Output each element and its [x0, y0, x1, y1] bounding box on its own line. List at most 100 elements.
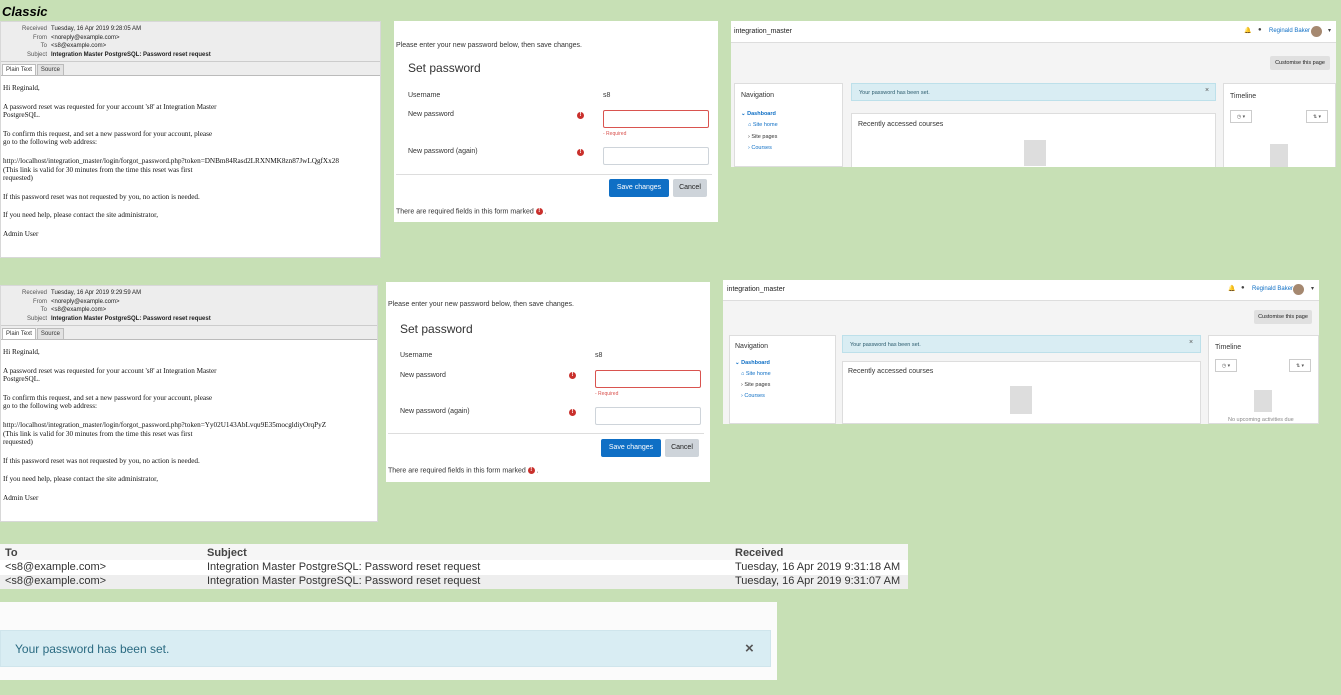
received-label: Received [21, 290, 47, 296]
chevron-down-icon[interactable]: ▾ [1311, 285, 1314, 292]
save-changes-button[interactable]: Save changes [609, 179, 669, 197]
timeline-filter-dropdown[interactable]: ◷ ▾ [1230, 110, 1252, 123]
nav-dashboard-label: Dashboard [741, 360, 770, 366]
nav-site-pages[interactable]: › Site pages [741, 382, 770, 388]
nav-dashboard[interactable]: ⌄ Dashboard [735, 360, 770, 366]
received-value: Tuesday, 16 Apr 2019 9:29:59 AM [51, 290, 142, 296]
nav-dashboard-label: Dashboard [747, 111, 776, 117]
email-reset-link[interactable]: http://localhost/integration_master/logi… [3, 157, 378, 183]
divider [396, 174, 712, 175]
user-name[interactable]: Reginald Baker [1269, 28, 1310, 34]
close-icon[interactable]: × [1205, 87, 1209, 94]
timeline-sort-dropdown[interactable]: ⇅ ▾ [1306, 110, 1328, 123]
column-header-received[interactable]: Received [735, 547, 783, 559]
cancel-button[interactable]: Cancel [673, 179, 707, 197]
email-paragraph: If you need help, please contact the sit… [3, 475, 158, 484]
from-value: <noreply@example.com> [51, 34, 120, 41]
navbar: integration_master 🔔 ● Reginald Baker ▾ [731, 21, 1336, 43]
username-value: s8 [595, 352, 603, 359]
new-password-input[interactable] [603, 110, 709, 128]
tab-source[interactable]: Source [36, 328, 64, 339]
required-error: - Required [603, 131, 627, 137]
column-header-subject[interactable]: Subject [207, 547, 247, 559]
new-password-again-input[interactable] [603, 147, 709, 165]
cell-received: Tuesday, 16 Apr 2019 9:31:07 AM [735, 575, 901, 587]
user-name[interactable]: Reginald Baker [1252, 286, 1293, 292]
recent-courses-block: Recently accessed courses [842, 361, 1201, 424]
tab-plain-text[interactable]: Plain Text [2, 64, 36, 75]
username-label: Username [400, 352, 433, 359]
email-signature: Admin User [3, 229, 39, 238]
nav-site-home-label: Site home [752, 122, 778, 128]
customise-page-button[interactable]: Customise this page [1270, 56, 1330, 70]
new-password-input[interactable] [595, 370, 701, 388]
required-icon: ! [569, 409, 576, 416]
timeline-sort-dropdown[interactable]: ⇅ ▾ [1289, 359, 1311, 372]
email-reset-link[interactable]: http://localhost/integration_master/logi… [3, 421, 375, 447]
close-icon[interactable]: × [1189, 339, 1193, 346]
timeline-filter-dropdown[interactable]: ◷ ▾ [1215, 359, 1237, 372]
site-name[interactable]: integration_master [727, 286, 785, 293]
close-icon[interactable]: × [745, 640, 754, 657]
email-paragraph: If you need help, please contact the sit… [3, 211, 158, 220]
subject-label: Subject [26, 51, 47, 58]
courses-placeholder-icon [1010, 386, 1032, 414]
nav-dashboard[interactable]: ⌄ Dashboard [741, 111, 776, 117]
cell-subject: Integration Master PostgreSQL: Password … [207, 561, 481, 573]
required-icon: ! [577, 149, 584, 156]
email-header: Received Tuesday, 16 Apr 2019 9:29:59 AM … [1, 286, 377, 326]
bell-icon[interactable]: 🔔 [1228, 285, 1235, 292]
email-paragraph: A password reset was requested for your … [3, 366, 217, 384]
nav-site-home[interactable]: ⌂ Site home [748, 122, 778, 128]
recent-courses-block: Recently accessed courses [851, 113, 1216, 167]
to-label: To [40, 307, 47, 313]
timeline-title: Timeline [1215, 344, 1242, 351]
nav-courses[interactable]: › Courses [741, 393, 765, 399]
site-name[interactable]: integration_master [734, 28, 792, 35]
nav-site-pages[interactable]: › Site pages [748, 134, 777, 140]
navigation-block: Navigation ⌄ Dashboard ⌂ Site home › Sit… [734, 83, 843, 167]
to-value: <s8@example.com> [51, 307, 107, 313]
nav-courses[interactable]: › Courses [748, 145, 772, 151]
username-label: Username [408, 92, 441, 99]
bell-icon[interactable]: 🔔 [1244, 27, 1251, 34]
email-tabs: Plain Text Source [1, 62, 380, 76]
nav-site-home[interactable]: ⌂ Site home [741, 371, 771, 377]
subject-value: Integration Master PostgreSQL: Password … [51, 51, 211, 58]
email-header: Received Tuesday, 16 Apr 2019 9:28:05 AM … [1, 22, 380, 62]
email-greeting: Hi Reginald, [3, 348, 40, 356]
cancel-button[interactable]: Cancel [665, 439, 699, 457]
required-icon: ! [527, 467, 535, 474]
required-icon: ! [569, 372, 576, 379]
to-label: To [40, 43, 47, 49]
table-row[interactable]: <s8@example.com> Integration Master Post… [0, 575, 908, 589]
navigation-block: Navigation ⌄ Dashboard ⌂ Site home › Sit… [729, 335, 836, 424]
to-value: <s8@example.com> [51, 43, 107, 49]
avatar[interactable] [1311, 26, 1322, 37]
avatar[interactable] [1293, 284, 1304, 295]
nav-site-pages-label: Site pages [744, 382, 771, 388]
cell-to: <s8@example.com> [5, 575, 107, 587]
table-row[interactable]: <s8@example.com> Integration Master Post… [0, 561, 908, 575]
subject-value: Integration Master PostgreSQL: Password … [51, 315, 211, 322]
column-header-to[interactable]: To [5, 547, 18, 559]
email-body: Hi Reginald, A password reset was reques… [1, 76, 380, 253]
nav-site-pages-label: Site pages [751, 134, 778, 140]
chat-icon[interactable]: ● [1258, 27, 1262, 33]
courses-placeholder-icon [1024, 140, 1046, 166]
password-set-alert: Your password has been set. [842, 335, 1201, 353]
chat-icon[interactable]: ● [1241, 285, 1245, 291]
save-changes-button[interactable]: Save changes [601, 439, 661, 457]
chevron-down-icon[interactable]: ▾ [1328, 27, 1331, 34]
password-set-alert: Your password has been set. [851, 83, 1216, 101]
required-fields-text: There are required fields in this form m… [396, 208, 534, 216]
nav-courses-label: Courses [744, 393, 765, 399]
nav-site-home-label: Site home [745, 371, 771, 377]
recent-courses-title: Recently accessed courses [848, 368, 934, 375]
tab-plain-text[interactable]: Plain Text [2, 328, 36, 339]
received-label: Received [21, 26, 47, 32]
customise-page-button[interactable]: Customise this page [1254, 310, 1312, 324]
dashboard-panel-top: integration_master 🔔 ● Reginald Baker ▾ … [731, 21, 1336, 167]
tab-source[interactable]: Source [36, 64, 64, 75]
new-password-again-input[interactable] [595, 407, 701, 425]
